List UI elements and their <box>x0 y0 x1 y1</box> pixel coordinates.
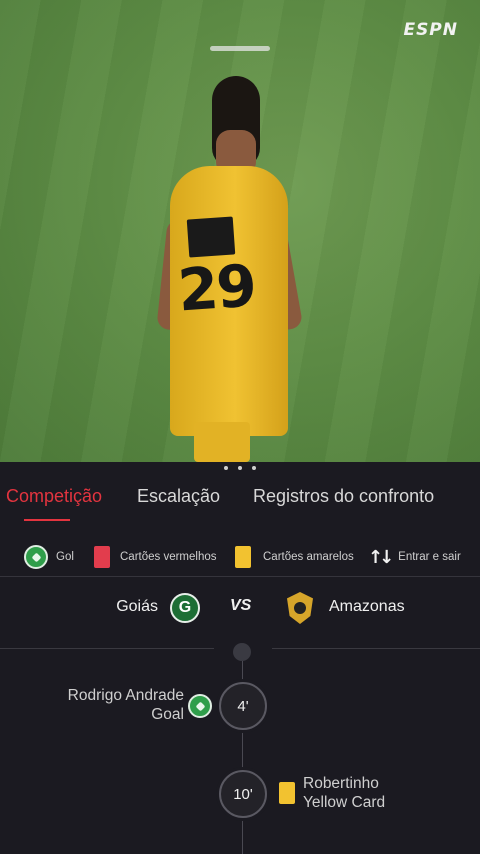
away-team-crest <box>287 592 313 624</box>
legend-substitution: ↑↓ Entrar e sair <box>368 547 461 568</box>
kickoff-line-left <box>0 648 214 649</box>
soccer-ball-icon <box>188 694 212 718</box>
kickoff-line-right <box>272 648 480 649</box>
legend-label: Gol <box>56 551 74 563</box>
away-team-name: Amazonas <box>329 598 405 615</box>
broadcaster-logo: ESPN <box>403 20 458 40</box>
event-type: Goal <box>151 706 184 723</box>
page-dot <box>224 466 228 470</box>
home-team-name: Goiás <box>116 598 158 615</box>
legend-label: Cartões amarelos <box>263 551 354 563</box>
video-player[interactable]: ESPN 29 <box>0 0 480 462</box>
legend-label: Entrar e sair <box>398 551 461 563</box>
match-header: Goiás G VS Amazonas <box>0 588 480 628</box>
yellow-card-icon <box>235 546 251 568</box>
match-panel: Competição Escalação Registros do confro… <box>0 462 480 854</box>
kickoff-marker <box>233 643 251 661</box>
event-legend: Gol Cartões vermelhos Cartões amarelos ↑… <box>0 542 480 572</box>
jersey-number: 29 <box>175 251 257 325</box>
event-minute-badge: 4' <box>219 682 267 730</box>
page-dot <box>252 466 256 470</box>
legend-yellow-card: Cartões amarelos <box>235 546 354 568</box>
event-player: Rodrigo Andrade <box>67 687 184 704</box>
event-minute-badge: 10' <box>219 770 267 818</box>
yellow-card-icon <box>279 782 295 804</box>
legend-red-card: Cartões vermelhos <box>94 546 217 568</box>
page-dot <box>238 466 242 470</box>
tab-registros-do-confronto[interactable]: Registros do confronto <box>253 486 434 507</box>
red-card-icon <box>94 546 110 568</box>
legend-label: Cartões vermelhos <box>120 551 217 563</box>
event-home-text: Rodrigo Andrade Goal <box>68 686 184 724</box>
home-team-crest: G <box>170 593 200 623</box>
player-shorts <box>194 422 250 462</box>
swap-arrows-icon: ↑↓ <box>368 546 394 568</box>
tab-escalacao[interactable]: Escalação <box>137 486 220 507</box>
divider <box>0 576 480 577</box>
soccer-ball-icon <box>24 545 48 569</box>
jersey-sponsor <box>186 216 236 258</box>
page-indicator <box>0 462 480 474</box>
tab-competicao[interactable]: Competição <box>6 486 102 507</box>
event-type: Yellow Card <box>303 794 386 811</box>
tab-bar: Competição Escalação Registros do confro… <box>0 480 480 524</box>
versus-label: VS <box>230 597 252 614</box>
event-player: Robertinho <box>303 775 379 792</box>
drag-handle[interactable] <box>210 46 270 51</box>
legend-goal: Gol <box>24 545 74 569</box>
event-away-text: Robertinho Yellow Card <box>303 774 385 812</box>
active-tab-indicator <box>24 519 70 521</box>
player-figure: 29 <box>150 70 310 462</box>
